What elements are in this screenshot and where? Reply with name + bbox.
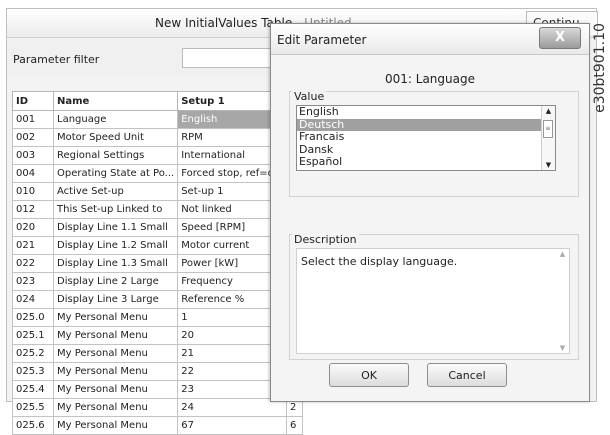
table-row[interactable]: 022Display Line 1.3 SmallPower [kW]P [12,254,303,273]
table-row[interactable]: 021Display Line 1.2 SmallMotor currentM [12,236,303,255]
cell-name[interactable]: My Personal Menu [52,308,179,327]
table-row[interactable]: 025.1My Personal Menu202 [12,326,303,345]
table-body: 001LanguageEnglishE002Motor Speed UnitRP… [12,110,303,435]
parameter-table: ID Name Setup 1 S 001LanguageEnglishE002… [12,91,303,435]
cell-name[interactable]: Display Line 1.3 Small [52,254,179,273]
cell-name[interactable]: Language [52,110,179,129]
scroll-down-icon[interactable]: ▼ [542,160,555,170]
list-item[interactable]: Español [297,155,555,169]
cell-id[interactable]: 025.0 [12,308,54,327]
figure-code-text: e30bt901.10 [592,23,608,113]
figure-code: e30bt901.10 [590,4,610,134]
table-row[interactable]: 002Motor Speed UnitRPMR [12,128,303,147]
cell-name[interactable]: My Personal Menu [52,398,179,417]
cell-name[interactable]: Motor Speed Unit [52,128,179,147]
cell-id[interactable]: 003 [12,146,54,165]
cell-name[interactable]: Regional Settings [52,146,179,165]
table-row[interactable]: 025.6 My Personal Menu 67 6 [12,416,303,435]
dialog-title: Edit Parameter [277,33,367,47]
listbox-items: English Deutsch Francais Dansk Español [297,106,555,169]
cell-id[interactable]: 023 [12,272,54,291]
cell-id[interactable]: 002 [12,128,54,147]
table-row[interactable]: 025.2My Personal Menu212 [12,344,303,363]
cell-id[interactable]: 024 [12,290,54,309]
scroll-down-icon[interactable]: ▼ [556,343,569,353]
table-row[interactable]: 003Regional SettingsInternationalIr [12,146,303,165]
table-row[interactable]: 023Display Line 2 LargeFrequencyF [12,272,303,291]
cell-name[interactable]: Display Line 2 Large [52,272,179,291]
cell-name[interactable]: My Personal Menu [52,362,179,381]
dialog-titlebar: Edit Parameter X [271,24,589,55]
cell-id[interactable]: 025.4 [12,380,54,399]
cell-name[interactable]: My Personal Menu [52,416,179,435]
parameter-filter-label: Parameter filter [13,53,100,66]
cell-id[interactable]: 004 [12,164,54,183]
scroll-thumb[interactable]: ≡ [543,120,553,138]
cell-name[interactable]: My Personal Menu [52,380,179,399]
description-box: Select the display language. ▲ ▼ [296,248,570,354]
table-row[interactable]: 020Display Line 1.1 SmallSpeed [RPM]S [12,218,303,237]
close-icon: X [554,30,566,45]
cell-setup-2[interactable]: 6 [285,416,303,435]
description-group-label: Description [292,233,359,246]
cell-name[interactable]: My Personal Menu [52,344,179,363]
table-row[interactable]: 010Active Set-upSet-up 1S [12,182,303,201]
cell-name[interactable]: Display Line 3 Large [52,290,179,309]
description-scrollbar[interactable]: ▲ ▼ [556,249,569,353]
list-item[interactable]: English [297,106,555,119]
cell-id[interactable]: 001 [12,110,54,129]
parameter-heading: 001: Language [385,72,475,86]
cell-id[interactable]: 025.6 [12,416,54,435]
cell-name[interactable]: This Set-up Linked to [52,200,179,219]
table-row[interactable]: 004 Operating State at Po... Forced stop, … [12,164,303,183]
cell-id[interactable]: 025.2 [12,344,54,363]
cell-id[interactable]: 025.5 [12,398,54,417]
cell-id[interactable]: 025.1 [12,326,54,345]
table-header-row: ID Name Setup 1 S [12,91,303,111]
language-listbox[interactable]: English Deutsch Francais Dansk Español ▲ ≡ ▼ [296,105,556,171]
value-group-label: Value [292,90,327,103]
table-row[interactable]: 012This Set-up Linked toNot linkedN [12,200,303,219]
list-item[interactable]: Francais [297,130,555,144]
cell-id[interactable]: 025.3 [12,362,54,381]
cell-name[interactable]: My Personal Menu [52,326,179,345]
table-row[interactable]: 024Display Line 3 LargeReference %R [12,290,303,309]
column-header-id[interactable]: ID [12,91,54,111]
table-row[interactable]: 025.4My Personal Menu232 [12,380,303,399]
edit-parameter-dialog: Edit Parameter X 001: Language Value Eng… [270,23,590,402]
cell-name[interactable]: Display Line 1.1 Small [52,218,179,237]
cell-id[interactable]: 021 [12,236,54,255]
scroll-up-icon[interactable]: ▲ [542,106,555,116]
table-row[interactable]: 025.0My Personal Menu11 [12,308,303,327]
cell-name[interactable]: Display Line 1.2 Small [52,236,179,255]
cell-id[interactable]: 010 [12,182,54,201]
table-row[interactable]: 025.5 My Personal Menu 24 2 [12,398,303,417]
ok-button[interactable]: OK [329,363,409,387]
cell-name[interactable]: Active Set-up [52,182,179,201]
cell-id[interactable]: 020 [12,218,54,237]
cell-setup-1[interactable]: 67 [177,416,287,435]
cancel-button[interactable]: Cancel [427,363,507,387]
cell-id[interactable]: 022 [12,254,54,273]
close-button[interactable]: X [539,27,581,49]
description-text: Select the display language. [301,255,458,268]
table-row[interactable]: 025.3My Personal Menu222 [12,362,303,381]
table-row[interactable]: 001LanguageEnglishE [12,110,303,129]
cell-id[interactable]: 012 [12,200,54,219]
value-group: Value English Deutsch Francais Dansk Español… [289,90,579,197]
parameter-filter-input[interactable] [182,48,282,68]
cell-name[interactable]: Operating State at Po... [52,164,179,183]
column-header-name[interactable]: Name [52,91,179,111]
description-group: Description Select the display language.… [289,233,579,360]
scroll-up-icon[interactable]: ▲ [556,249,569,259]
listbox-scrollbar[interactable]: ▲ ≡ ▼ [541,106,555,170]
